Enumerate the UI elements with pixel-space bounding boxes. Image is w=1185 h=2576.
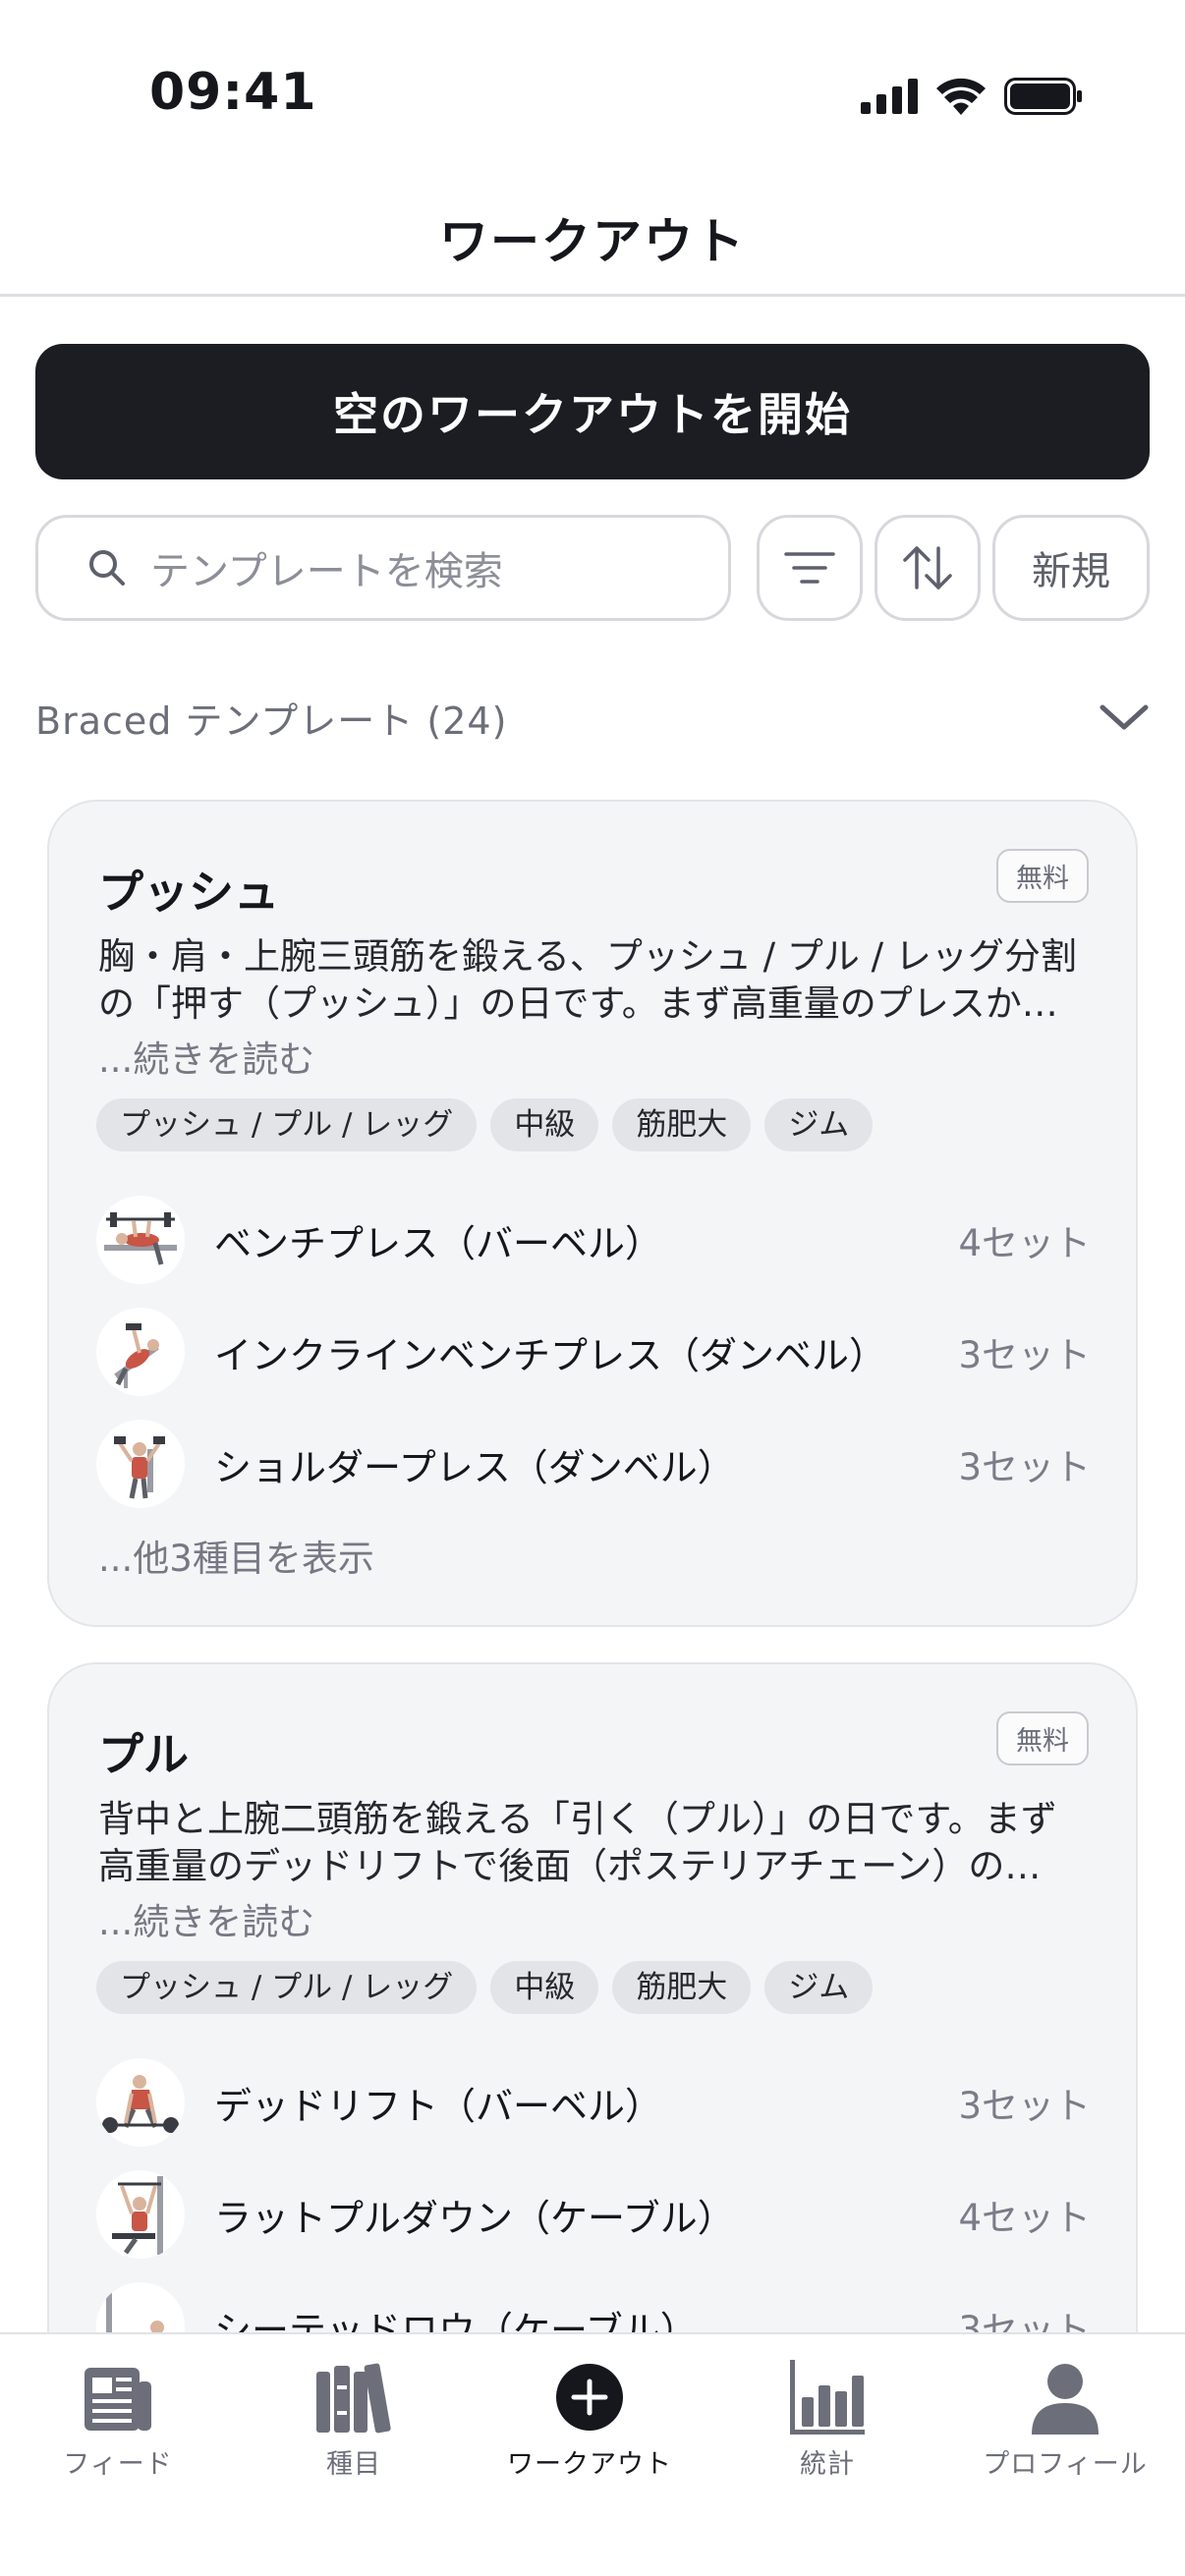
tag-level: 中級 [490, 1098, 599, 1151]
battery-icon [1004, 78, 1082, 115]
exercise-sets: 4セット [958, 1222, 1091, 1264]
tab-label: 種目 [326, 2449, 381, 2480]
exercise-sets: 3セット [958, 1446, 1091, 1488]
plus-circle-icon [556, 2364, 623, 2431]
new-template-button[interactable]: 新規 [992, 515, 1150, 621]
library-icon [316, 2363, 391, 2434]
status-time: 09:41 [149, 63, 317, 122]
tab-label: ワークアウト [507, 2449, 672, 2480]
person-icon [1032, 2364, 1099, 2435]
section-title: Braced テンプレート (24) [35, 699, 508, 743]
wifi-icon [936, 78, 986, 115]
template-name: プッシュ [98, 866, 279, 919]
tab-exercises[interactable]: 種目 [236, 2354, 472, 2492]
search-icon [89, 550, 125, 586]
template-name: プル [98, 1728, 189, 1781]
tag-location: ジム [764, 1098, 874, 1151]
tab-workout[interactable]: ワークアウト [472, 2354, 707, 2492]
exercise-row[interactable]: ラットプルダウン（ケーブル） 4セット [96, 2169, 1091, 2260]
tag-list: プッシュ / プル / レッグ 中級 筋肥大 ジム [96, 1961, 874, 2014]
show-more-exercises-link[interactable]: ...他3種目を表示 [98, 1529, 374, 1582]
bench-press-thumbnail [96, 1196, 185, 1284]
tab-stats[interactable]: 統計 [709, 2354, 945, 2492]
navigation-header: ワークアウト [0, 187, 1185, 297]
status-icons [861, 73, 1083, 120]
tag-split: プッシュ / プル / レッグ [96, 1098, 478, 1151]
status-bar: 09:41 [0, 0, 1185, 187]
bar-chart-icon [790, 2360, 865, 2435]
template-description: 背中と上腕二頭筋を鍛える「引く（プル）」の日です。まず高重量のデッドリフトで後面… [98, 1798, 1057, 1887]
exercise-name: ベンチプレス（バーベル） [214, 1221, 663, 1265]
read-more-link[interactable]: ...続きを読む [98, 1030, 314, 1083]
exercise-sets: 3セット [958, 2085, 1091, 2127]
exercise-name: ショルダープレス（ダンベル） [214, 1445, 735, 1489]
read-more-link[interactable]: ...続きを読む [98, 1892, 314, 1945]
search-placeholder: テンプレートを検索 [150, 549, 503, 594]
exercise-sets: 3セット [958, 1334, 1091, 1376]
tab-feed[interactable]: フィード [0, 2354, 236, 2492]
start-empty-workout-button[interactable]: 空のワークアウトを開始 [35, 344, 1150, 479]
bottom-tab-bar: フィード 種目 ワークアウト 統計 プロフィール [0, 2332, 1185, 2576]
lat-pulldown-thumbnail [96, 2170, 185, 2259]
tab-label: プロフィール [983, 2449, 1148, 2480]
exercise-name: ラットプルダウン（ケーブル） [214, 2196, 735, 2240]
incline-bench-press-thumbnail [96, 1308, 185, 1396]
exercise-row[interactable]: ショルダープレス（ダンベル） 3セット [96, 1419, 1091, 1509]
cellular-signal-icon [861, 79, 918, 114]
exercise-name: インクラインベンチプレス（ダンベル） [214, 1333, 887, 1377]
tag-split: プッシュ / プル / レッグ [96, 1961, 478, 2014]
filter-button[interactable] [757, 515, 863, 621]
page-title: ワークアウト [439, 213, 746, 270]
free-badge: 無料 [996, 849, 1089, 903]
exercise-row[interactable]: インクラインベンチプレス（ダンベル） 3セット [96, 1307, 1091, 1397]
template-card[interactable]: プル 無料 背中と上腕二頭筋を鍛える「引く（プル）」の日です。まず高重量のデッド… [47, 1662, 1138, 2409]
chevron-down-icon [1100, 704, 1149, 730]
exercise-row[interactable]: ベンチプレス（バーベル） 4セット [96, 1195, 1091, 1285]
exercise-sets: 4セット [958, 2197, 1091, 2239]
template-description: 胸・肩・上腕三頭筋を鍛える、プッシュ / プル / レッグ分割の「押す（プッシュ… [98, 935, 1077, 1025]
deadlift-thumbnail [96, 2058, 185, 2147]
template-card[interactable]: プッシュ 無料 胸・肩・上腕三頭筋を鍛える、プッシュ / プル / レッグ分割の… [47, 800, 1138, 1627]
feed-icon [85, 2368, 151, 2431]
tab-label: 統計 [800, 2449, 855, 2480]
free-badge: 無料 [996, 1711, 1089, 1765]
template-search-input[interactable]: テンプレートを検索 [35, 515, 731, 621]
tag-goal: 筋肥大 [612, 1961, 752, 2014]
tab-label: フィード [63, 2449, 173, 2480]
exercise-row[interactable]: デッドリフト（バーベル） 3セット [96, 2057, 1091, 2148]
braced-templates-section-toggle[interactable]: Braced テンプレート (24) [35, 688, 1150, 747]
filter-icon [784, 552, 835, 584]
sort-button[interactable] [875, 515, 981, 621]
shoulder-press-thumbnail [96, 1420, 185, 1508]
tab-profile[interactable]: プロフィール [947, 2354, 1183, 2492]
tag-list: プッシュ / プル / レッグ 中級 筋肥大 ジム [96, 1098, 874, 1151]
sort-arrows-icon [903, 546, 952, 589]
exercise-name: デッドリフト（バーベル） [214, 2084, 663, 2128]
tag-goal: 筋肥大 [612, 1098, 752, 1151]
tag-location: ジム [764, 1961, 874, 2014]
tag-level: 中級 [490, 1961, 599, 2014]
